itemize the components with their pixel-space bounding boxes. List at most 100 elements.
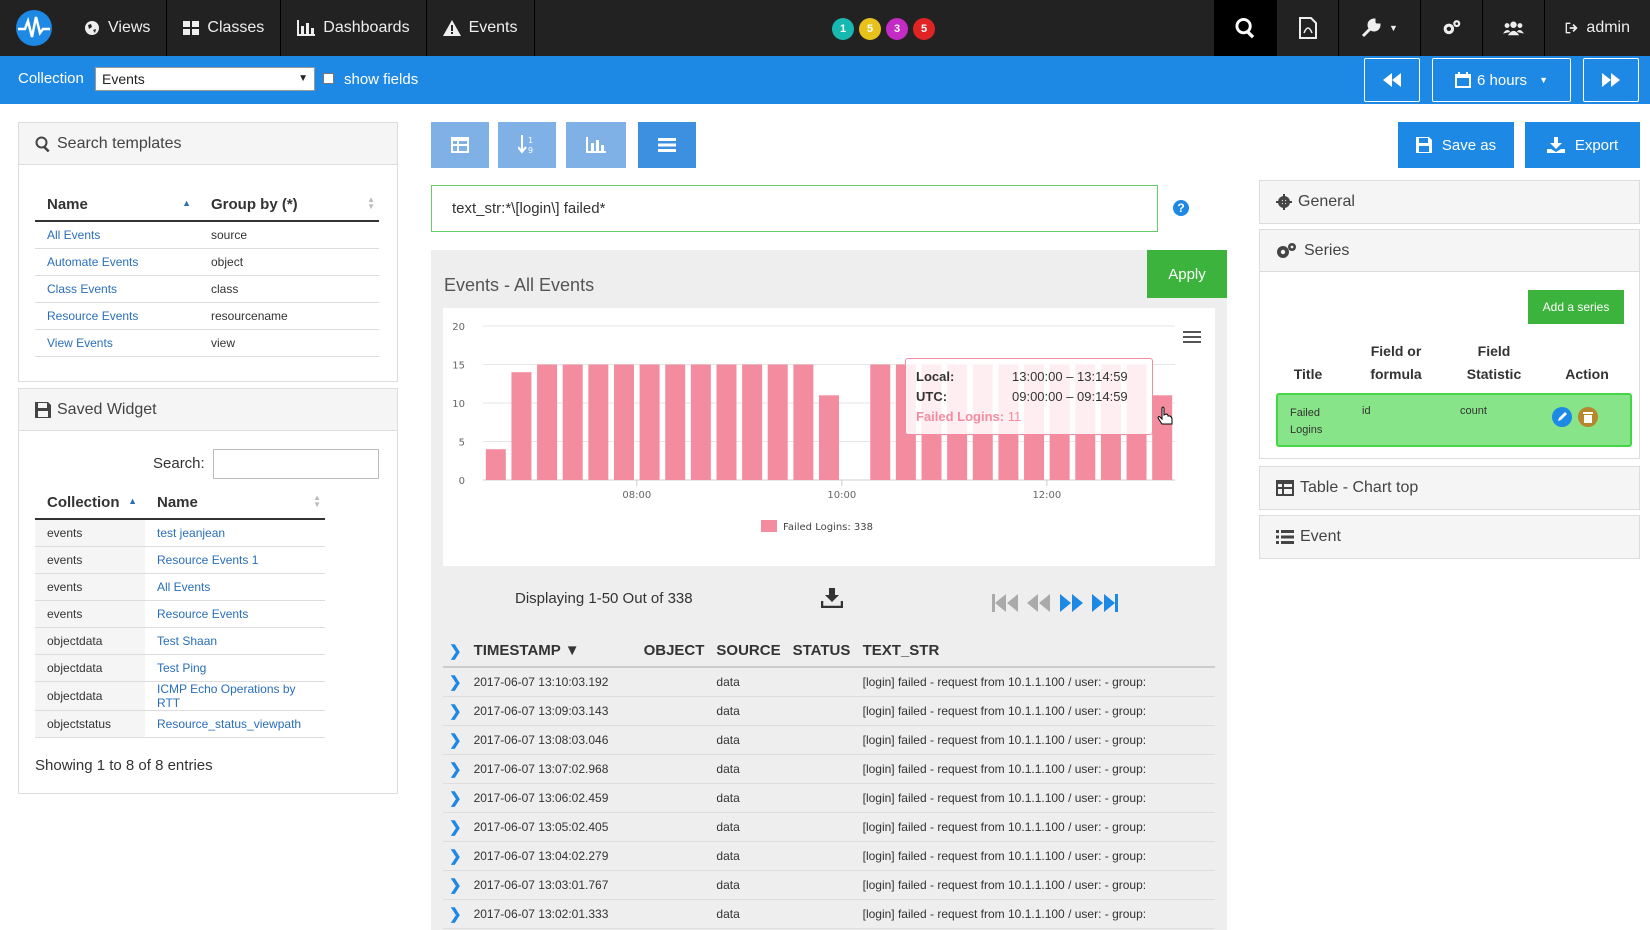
next-page-icon[interactable] [1059, 592, 1083, 614]
table-row[interactable]: All Events source [35, 221, 379, 249]
widget-name-link[interactable]: Test Ping [145, 654, 325, 682]
widget-name-link[interactable]: test jeanjean [145, 519, 325, 547]
settings-button[interactable] [1420, 0, 1482, 56]
status-badge[interactable]: 5 [913, 18, 935, 40]
table-row[interactable]: View Events view [35, 329, 379, 357]
status-badge[interactable]: 5 [859, 18, 881, 40]
expand-row[interactable]: ❯ [443, 841, 468, 871]
column-header-name[interactable]: Name ▲ ▼ [145, 487, 325, 520]
table-row[interactable]: objectdata Test Ping [35, 654, 325, 682]
expand-row[interactable]: ❯ [443, 783, 468, 813]
expand-row[interactable]: ❯ [443, 754, 468, 784]
template-name-link[interactable]: Automate Events [35, 248, 199, 276]
export-button[interactable]: Export [1525, 122, 1640, 168]
table-row[interactable]: Resource Events resourcename [35, 302, 379, 330]
expand-column-header[interactable]: ❯ [443, 635, 468, 668]
search-button[interactable] [1214, 0, 1276, 56]
time-forward-button[interactable] [1583, 58, 1639, 102]
time-range-dropdown[interactable]: 6 hours ▼ [1432, 58, 1571, 102]
chart-menu-icon[interactable] [1183, 328, 1201, 346]
previous-page-icon[interactable] [1027, 592, 1051, 614]
apply-button[interactable]: Apply [1147, 250, 1227, 298]
nav-views[interactable]: Views [68, 0, 168, 56]
tools-menu[interactable]: ▼ [1338, 0, 1420, 56]
pdf-button[interactable] [1276, 0, 1338, 56]
table-row[interactable]: objectstatus Resource_status_viewpath [35, 710, 325, 738]
first-page-icon[interactable] [991, 592, 1019, 614]
search-templates-table: Name ▲ Group by (*) ▲ ▼ All Events source Au… [35, 189, 379, 357]
help-icon[interactable]: ? [1173, 200, 1189, 216]
column-header-text-str[interactable]: TEXT_STR [856, 635, 1215, 668]
widget-name-link[interactable]: Resource Events [145, 600, 325, 628]
table-row[interactable]: objectdata ICMP Echo Operations by RTT [35, 681, 325, 711]
edit-series-button[interactable] [1552, 407, 1572, 427]
table-view-button[interactable] [431, 122, 489, 168]
user-menu[interactable]: admin [1544, 0, 1650, 56]
column-header-name[interactable]: Name ▲ [35, 189, 199, 222]
column-header-collection[interactable]: Collection ▲ [35, 487, 145, 520]
expand-row[interactable]: ❯ [443, 870, 468, 900]
column-header-group-by[interactable]: Group by (*) ▲ ▼ [199, 189, 379, 222]
widget-name-link[interactable]: ICMP Echo Operations by RTT [145, 681, 325, 711]
save-as-button[interactable]: Save as [1398, 122, 1514, 168]
template-name-link[interactable]: All Events [35, 221, 199, 249]
nav-classes[interactable]: Classes [167, 0, 282, 56]
column-header-object[interactable]: OBJECT [637, 635, 711, 668]
status-badge[interactable]: 1 [832, 18, 854, 40]
nav-dashboards[interactable]: Dashboards [281, 0, 427, 56]
status-badge[interactable]: 3 [886, 18, 908, 40]
widget-name-link[interactable]: Test Shaan [145, 627, 325, 655]
delete-series-button[interactable] [1578, 407, 1598, 427]
table-row[interactable]: ❯ 2017-06-07 13:10:03.192 data [login] fail… [443, 667, 1215, 697]
expand-row[interactable]: ❯ [443, 696, 468, 726]
table-row[interactable]: ❯ 2017-06-07 13:07:02.968 data [login] fail… [443, 754, 1215, 784]
table-row[interactable]: ❯ 2017-06-07 13:04:02.279 data [login] fail… [443, 841, 1215, 871]
table-row[interactable]: events Resource Events [35, 600, 325, 628]
list-view-button[interactable] [638, 122, 696, 168]
table-row[interactable]: ❯ 2017-06-07 13:02:01.333 data [login] fail… [443, 899, 1215, 929]
table-row[interactable]: ❯ 2017-06-07 13:03:01.767 data [login] fail… [443, 870, 1215, 900]
general-section[interactable]: General [1259, 180, 1640, 224]
table-row[interactable]: Class Events class [35, 275, 379, 303]
collection-select[interactable]: Events ▼ [95, 67, 315, 91]
nav-events[interactable]: Events [427, 0, 535, 56]
template-name-link[interactable]: Class Events [35, 275, 199, 303]
download-icon[interactable] [821, 588, 843, 608]
column-header-source[interactable]: SOURCE [710, 635, 787, 668]
last-page-icon[interactable] [1091, 592, 1119, 614]
table-chart-section[interactable]: Table - Chart top [1259, 466, 1640, 510]
template-name-link[interactable]: View Events [35, 329, 199, 357]
expand-row[interactable]: ❯ [443, 899, 468, 929]
sort-button[interactable]: 19 [498, 122, 556, 168]
query-input[interactable]: text_str:*\[login\] failed* [431, 185, 1158, 232]
table-row[interactable]: events Resource Events 1 [35, 546, 325, 574]
series-row[interactable]: Failed Logins id count [1276, 393, 1632, 447]
users-button[interactable] [1482, 0, 1544, 56]
template-name-link[interactable]: Resource Events [35, 302, 199, 330]
saved-widget-search-input[interactable] [213, 449, 379, 479]
table-row[interactable]: Automate Events object [35, 248, 379, 276]
app-logo[interactable] [0, 0, 68, 56]
table-row[interactable]: ❯ 2017-06-07 13:08:03.046 data [login] fail… [443, 725, 1215, 755]
column-header-timestamp[interactable]: TIMESTAMP ▼ [467, 635, 638, 668]
table-row[interactable]: events test jeanjean [35, 519, 325, 547]
column-header-status[interactable]: STATUS [786, 635, 857, 668]
add-series-button[interactable]: Add a series [1528, 290, 1624, 324]
widget-name-link[interactable]: Resource_status_viewpath [145, 710, 325, 738]
table-row[interactable]: ❯ 2017-06-07 13:09:03.143 data [login] fail… [443, 696, 1215, 726]
time-back-button[interactable] [1364, 58, 1420, 102]
chart-view-button[interactable] [566, 122, 626, 168]
event-section[interactable]: Event [1259, 515, 1640, 559]
widget-name-link[interactable]: All Events [145, 573, 325, 601]
show-fields-checkbox[interactable] [323, 73, 334, 84]
table-row[interactable]: ❯ 2017-06-07 13:05:02.405 data [login] fail… [443, 812, 1215, 842]
table-row[interactable]: objectdata Test Shaan [35, 627, 325, 655]
widget-name-link[interactable]: Resource Events 1 [145, 546, 325, 574]
series-header[interactable]: Series [1260, 230, 1639, 272]
series-field: id [1362, 405, 1371, 417]
expand-row[interactable]: ❯ [443, 812, 468, 842]
expand-row[interactable]: ❯ [443, 667, 468, 697]
table-row[interactable]: events All Events [35, 573, 325, 601]
table-row[interactable]: ❯ 2017-06-07 13:06:02.459 data [login] fail… [443, 783, 1215, 813]
expand-row[interactable]: ❯ [443, 725, 468, 755]
